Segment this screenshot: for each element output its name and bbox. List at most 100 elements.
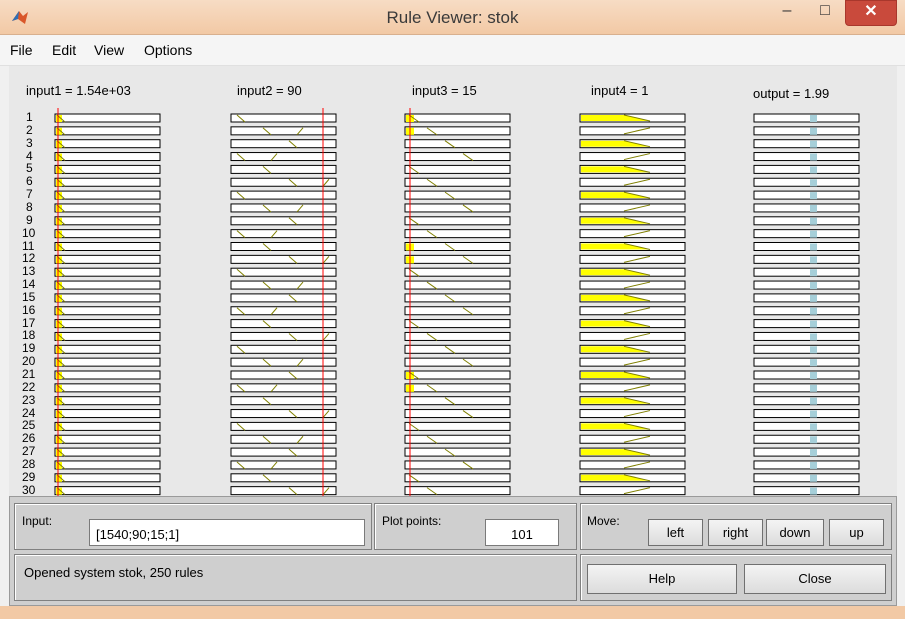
rule-cell: [230, 331, 337, 341]
rule-cell: [753, 190, 860, 200]
rule-cell: [54, 421, 161, 431]
close-button[interactable]: Close: [744, 564, 886, 594]
rule-cell: [54, 242, 161, 251]
rule-cell: [404, 319, 511, 329]
rule-cell: [753, 229, 860, 239]
help-button[interactable]: Help: [587, 564, 737, 594]
menu-view[interactable]: View: [94, 42, 124, 58]
rule-cell: [54, 344, 161, 354]
rule-cell: [54, 331, 161, 341]
rule-cell: [404, 370, 511, 380]
menu-edit[interactable]: Edit: [52, 42, 76, 58]
rule-cell: [753, 293, 860, 303]
rule-cell: [579, 203, 686, 213]
rule-cell: [230, 396, 337, 406]
rule-cell: [230, 164, 337, 174]
rule-cell: [54, 164, 161, 174]
rule-cell: [54, 152, 161, 162]
rule-cell: [404, 396, 511, 406]
rule-cell: [579, 229, 686, 239]
rule-cell: [54, 203, 161, 213]
rule-cell: [230, 177, 337, 187]
minimize-button[interactable]: –: [770, 0, 804, 24]
rule-cell: [753, 113, 860, 123]
output-band: [810, 436, 817, 444]
rule-cell: [579, 486, 686, 496]
rule-cell: [54, 113, 161, 123]
rule-cell: [753, 267, 860, 277]
rule-cell: [404, 177, 511, 187]
rule-cell: [404, 421, 511, 431]
move-left-button[interactable]: left: [648, 519, 703, 546]
menu-options[interactable]: Options: [144, 42, 192, 58]
output-band: [810, 204, 817, 212]
output-band: [810, 256, 817, 264]
move-up-button[interactable]: up: [829, 519, 884, 546]
input-label: Input:: [22, 514, 53, 528]
rule-cell: [404, 152, 511, 162]
rule-viewer-window: Rule Viewer: stok – □ ✕ File Edit View O…: [0, 0, 905, 619]
rule-cell: [404, 203, 511, 213]
plot-points-field[interactable]: 101: [485, 519, 559, 546]
rule-cell: [753, 357, 860, 367]
rule-cell: [753, 396, 860, 406]
rule-cell: [230, 447, 337, 457]
rule-cell: [753, 409, 860, 419]
output-band: [810, 320, 817, 328]
rule-cell: [230, 370, 337, 380]
rule-cell: [404, 254, 511, 264]
output-band: [810, 333, 817, 341]
rule-cell: [753, 473, 860, 483]
rule-cell: [404, 113, 511, 123]
rule-cell: [753, 383, 860, 393]
rule-grid[interactable]: [9, 66, 897, 496]
input-frame: Input: [1540;90;15;1]: [14, 503, 372, 550]
rule-cell: [579, 460, 686, 470]
rule-cell: [753, 460, 860, 470]
plot-points-frame: Plot points: 101: [374, 503, 577, 550]
rule-cell: [54, 473, 161, 483]
maximize-button[interactable]: □: [808, 0, 842, 24]
output-band: [810, 461, 817, 469]
output-band: [810, 384, 817, 392]
rule-cell: [404, 357, 511, 367]
menu-file[interactable]: File: [10, 42, 33, 58]
rule-cell: [230, 357, 337, 367]
rule-cell: [54, 396, 161, 406]
rule-cell: [753, 216, 860, 226]
move-down-button[interactable]: down: [766, 519, 824, 546]
rule-cell: [54, 409, 161, 419]
rule-cell: [404, 473, 511, 483]
input-vector-field[interactable]: [1540;90;15;1]: [89, 519, 365, 546]
rule-cell: [753, 434, 860, 444]
move-right-button[interactable]: right: [708, 519, 763, 546]
rule-cell: [753, 344, 860, 354]
output-band: [810, 230, 817, 238]
status-text: Opened system stok, 250 rules: [24, 565, 204, 580]
output-band: [810, 282, 817, 290]
rule-cell: [230, 242, 337, 251]
rule-cell: [54, 267, 161, 277]
rule-cell: [230, 113, 337, 123]
output-band: [810, 449, 817, 457]
rule-cell: [404, 267, 511, 277]
rule-cell: [54, 293, 161, 303]
output-band: [810, 474, 817, 482]
rule-cell: [579, 434, 686, 444]
rule-cell: [579, 306, 686, 316]
rule-cell: [579, 254, 686, 264]
rule-cell: [753, 447, 860, 457]
rule-cell: [54, 306, 161, 316]
rule-cell: [753, 126, 860, 136]
rule-cell: [404, 306, 511, 316]
close-window-button[interactable]: ✕: [845, 0, 897, 26]
rule-cell: [54, 177, 161, 187]
rule-cell: [230, 190, 337, 200]
rule-plot-area[interactable]: input1 = 1.54e+03 input2 = 90 input3 = 1…: [9, 66, 897, 496]
output-band: [810, 140, 817, 148]
rule-cell: [404, 460, 511, 470]
rule-cell: [404, 242, 511, 251]
move-label: Move:: [587, 514, 620, 528]
help-close-frame: Help Close: [580, 554, 892, 601]
rule-cell: [230, 319, 337, 329]
